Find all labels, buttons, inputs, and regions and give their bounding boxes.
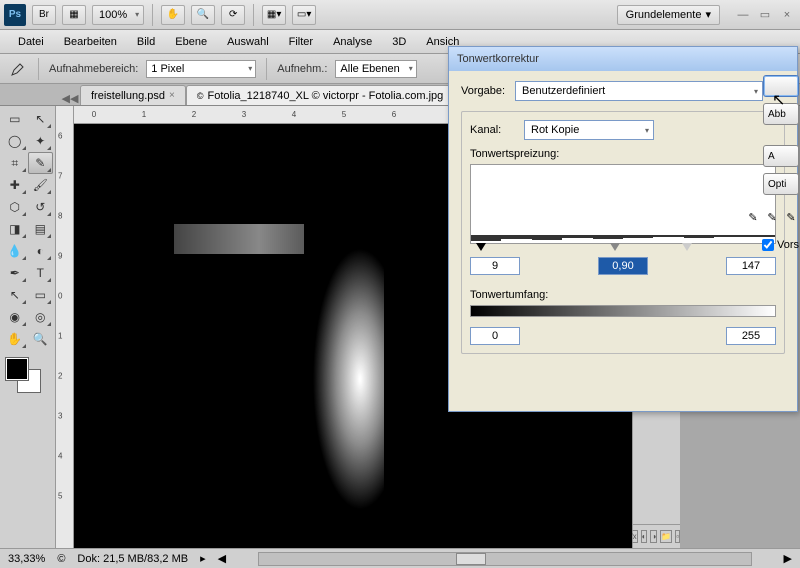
dialog-title[interactable]: Tonwertkorrektur — [449, 47, 797, 71]
status-arrow[interactable]: ▸ — [200, 552, 206, 565]
eyedropper-icon — [8, 59, 28, 79]
lasso-tool[interactable]: ◯ — [2, 130, 28, 152]
preview-checkbox[interactable]: Vors — [762, 239, 799, 251]
tab-label: Fotolia_1218740_XL © victorpr - Fotolia.… — [207, 90, 443, 102]
brush-tool[interactable]: 🖌 — [28, 174, 54, 196]
app-logo: Ps — [4, 4, 26, 26]
shape-tool[interactable]: ▭ — [28, 284, 54, 306]
output-label: Tonwertumfang: — [470, 289, 776, 301]
status-bar: 33,33% © Dok: 21,5 MB/83,2 MB ▸ ◀ ▶ — [0, 548, 800, 568]
blur-tool[interactable]: 💧 — [2, 240, 28, 262]
cancel-button[interactable]: Abb — [763, 103, 799, 125]
arrange-docs-button[interactable]: ▦▾ — [262, 5, 286, 25]
histogram-label: Tonwertspreizung: — [470, 148, 776, 160]
eyedropper-tool[interactable]: ✎ — [28, 152, 54, 174]
output-white-input[interactable] — [726, 327, 776, 345]
sample-from-label: Aufnehm.: — [277, 63, 327, 75]
zoom-tool[interactable]: 🔍 — [28, 328, 54, 350]
channel-label: Kanal: — [470, 124, 518, 136]
history-brush-tool[interactable]: ↺ — [28, 196, 54, 218]
menu-datei[interactable]: Datei — [8, 32, 54, 52]
menu-analyse[interactable]: Analyse — [323, 32, 382, 52]
tab-prev[interactable]: ◀◀ — [60, 92, 80, 105]
close-button[interactable]: × — [778, 7, 796, 23]
menu-filter[interactable]: Filter — [279, 32, 323, 52]
heal-tool[interactable]: ✚ — [2, 174, 28, 196]
folder-icon[interactable]: 📁 — [660, 530, 672, 543]
foreground-color[interactable] — [6, 358, 28, 380]
minimize-button[interactable]: — — [734, 7, 752, 23]
stamp-tool[interactable]: ⬡ — [2, 196, 28, 218]
output-black-input[interactable] — [470, 327, 520, 345]
3d-tool[interactable]: ◉ — [2, 306, 28, 328]
preset-label: Vorgabe: — [461, 85, 509, 97]
restore-button[interactable]: ▭ — [756, 7, 774, 23]
output-gradient[interactable] — [470, 305, 776, 317]
white-slider[interactable] — [682, 243, 692, 251]
black-input[interactable] — [470, 257, 520, 275]
path-select-tool[interactable]: ↖ — [2, 284, 28, 306]
hand-tool[interactable]: ✋ — [2, 328, 28, 350]
menu-bild[interactable]: Bild — [127, 32, 165, 52]
auto-button[interactable]: A — [763, 145, 799, 167]
sample-size-label: Aufnahmebereich: — [49, 63, 138, 75]
levels-dialog: Tonwertkorrektur Vorgabe: Benutzerdefini… — [448, 46, 798, 412]
sample-from-select[interactable]: Alle Ebenen — [335, 60, 416, 78]
wand-tool[interactable]: ✦ — [28, 130, 54, 152]
gamma-input[interactable] — [598, 257, 648, 275]
color-swatches[interactable] — [2, 356, 42, 392]
layers-footer: ⚭ fx ◐ ◑ 📁 ▫ 🗑 — [633, 524, 680, 548]
toolbox: ▭↖ ◯✦ ⌗✎ ✚🖌 ⬡↺ ◨▤ 💧◐ ✒T ↖▭ ◉◎ ✋🔍 — [0, 106, 56, 548]
black-eyedropper-icon[interactable]: ✎ — [745, 209, 761, 225]
bridge-button[interactable]: Br — [32, 5, 56, 25]
preset-dropdown[interactable]: Benutzerdefiniert — [515, 81, 763, 101]
white-input[interactable] — [726, 257, 776, 275]
scroll-left[interactable]: ◀ — [218, 552, 226, 565]
screen-mode-button[interactable]: ▭▾ — [292, 5, 316, 25]
black-slider[interactable] — [476, 243, 486, 251]
options-button[interactable]: Opti — [763, 173, 799, 195]
crop-tool[interactable]: ⌗ — [2, 152, 28, 174]
menu-bearbeiten[interactable]: Bearbeiten — [54, 32, 127, 52]
mask-icon[interactable]: ◐ — [641, 530, 648, 543]
ok-button[interactable] — [763, 75, 799, 97]
rotate-view-button[interactable]: ⟳ — [221, 5, 245, 25]
gray-eyedropper-icon[interactable]: ✎ — [764, 209, 780, 225]
arrow-tool[interactable]: ↖ — [28, 108, 54, 130]
menu-ebene[interactable]: Ebene — [165, 32, 217, 52]
gamma-slider[interactable] — [610, 243, 620, 251]
doc-tab-2[interactable]: © Fotolia_1218740_XL © victorpr - Fotoli… — [186, 85, 464, 105]
workspace-switcher[interactable]: Grundelemente ▾ — [617, 5, 720, 25]
status-doc: Dok: 21,5 MB/83,2 MB — [77, 553, 188, 565]
sample-size-select[interactable]: 1 Pixel — [146, 60, 256, 78]
tab-close-icon[interactable]: × — [169, 90, 175, 101]
horizontal-scrollbar[interactable] — [258, 552, 751, 566]
menu-auswahl[interactable]: Auswahl — [217, 32, 279, 52]
type-tool[interactable]: T — [28, 262, 54, 284]
eraser-tool[interactable]: ◨ — [2, 218, 28, 240]
scroll-right[interactable]: ▶ — [784, 552, 792, 565]
tab-label: freistellung.psd — [91, 90, 165, 102]
gradient-tool[interactable]: ▤ — [28, 218, 54, 240]
white-eyedropper-icon[interactable]: ✎ — [783, 209, 799, 225]
pen-tool[interactable]: ✒ — [2, 262, 28, 284]
3d-camera-tool[interactable]: ◎ — [28, 306, 54, 328]
histogram[interactable] — [470, 164, 776, 244]
channel-dropdown[interactable]: Rot Kopie — [524, 120, 654, 140]
move-tool[interactable]: ▭ — [2, 108, 28, 130]
menu-3d[interactable]: 3D — [382, 32, 416, 52]
doc-tab-1[interactable]: freistellung.psd × — [80, 85, 186, 105]
status-zoom[interactable]: 33,33% — [8, 553, 45, 565]
ruler-vertical: 6 7 8 9 0 1 2 3 4 5 — [56, 106, 74, 548]
adjust-icon[interactable]: ◑ — [650, 530, 657, 543]
status-copyright: © — [57, 553, 65, 565]
zoom-dropdown[interactable]: 100% — [92, 5, 144, 25]
zoom-tool-button[interactable]: 🔍 — [191, 5, 215, 25]
hand-tool-button[interactable]: ✋ — [161, 5, 185, 25]
mini-bridge-button[interactable]: ▦ — [62, 5, 86, 25]
dodge-tool[interactable]: ◐ — [28, 240, 54, 262]
